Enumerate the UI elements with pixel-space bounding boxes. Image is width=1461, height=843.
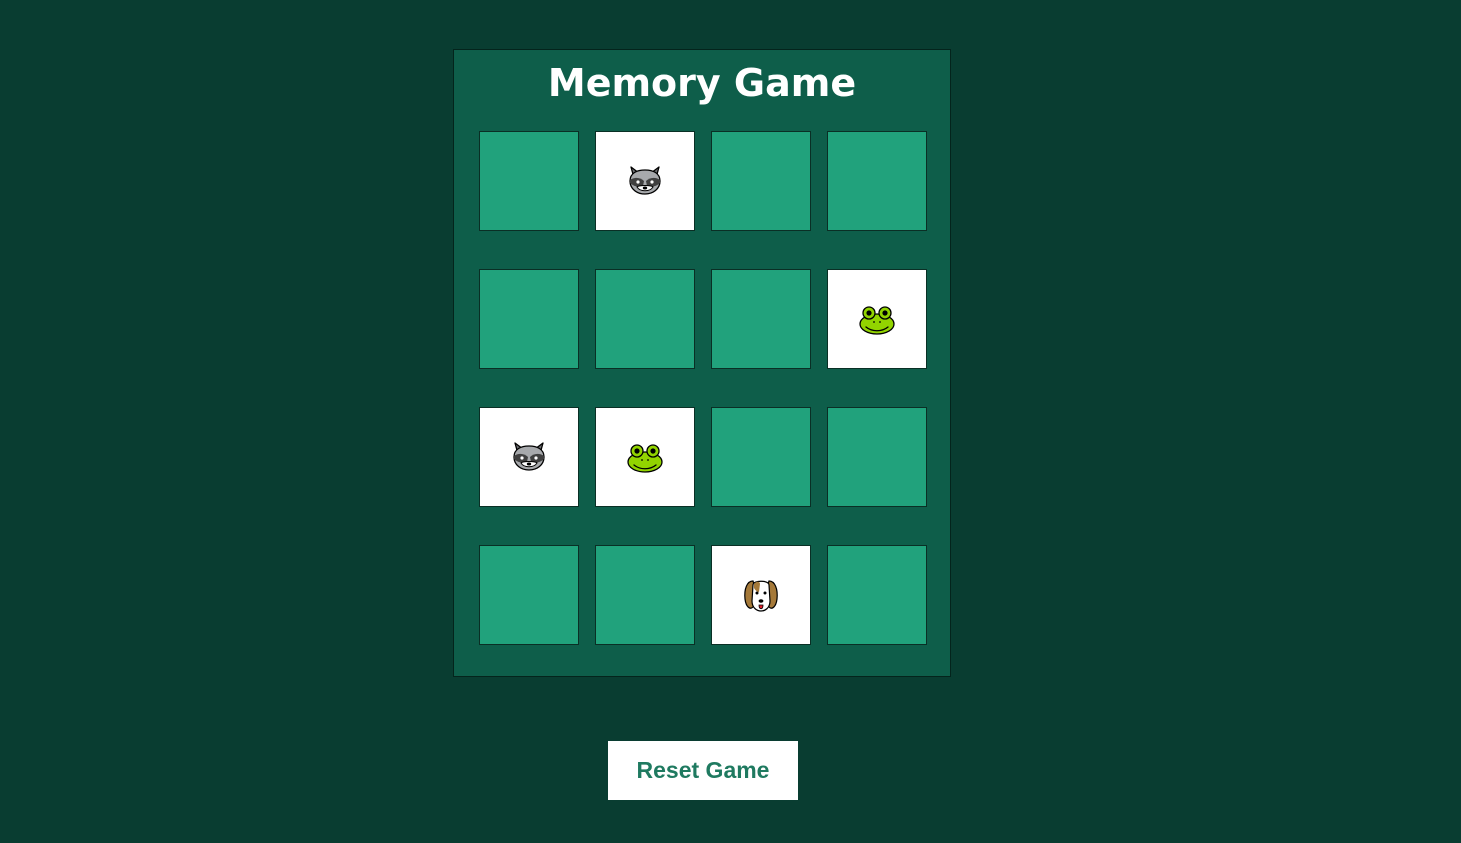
memory-card-hidden[interactable] — [479, 545, 579, 645]
memory-card-hidden[interactable] — [711, 131, 811, 231]
memory-card-revealed[interactable] — [595, 407, 695, 507]
memory-card-hidden[interactable] — [479, 131, 579, 231]
memory-card-revealed[interactable] — [595, 131, 695, 231]
memory-card-revealed[interactable] — [827, 269, 927, 369]
memory-card-hidden[interactable] — [711, 269, 811, 369]
memory-card-hidden[interactable] — [595, 269, 695, 369]
game-board: Memory Game — [453, 49, 951, 677]
card-grid — [479, 131, 927, 645]
reset-game-button[interactable]: Reset Game — [608, 741, 798, 800]
memory-card-hidden[interactable] — [479, 269, 579, 369]
memory-card-hidden[interactable] — [827, 545, 927, 645]
memory-card-hidden[interactable] — [827, 407, 927, 507]
memory-card-hidden[interactable] — [711, 407, 811, 507]
memory-card-revealed[interactable] — [479, 407, 579, 507]
memory-card-hidden[interactable] — [827, 131, 927, 231]
memory-card-hidden[interactable] — [595, 545, 695, 645]
page-title: Memory Game — [547, 61, 857, 105]
memory-card-revealed[interactable] — [711, 545, 811, 645]
